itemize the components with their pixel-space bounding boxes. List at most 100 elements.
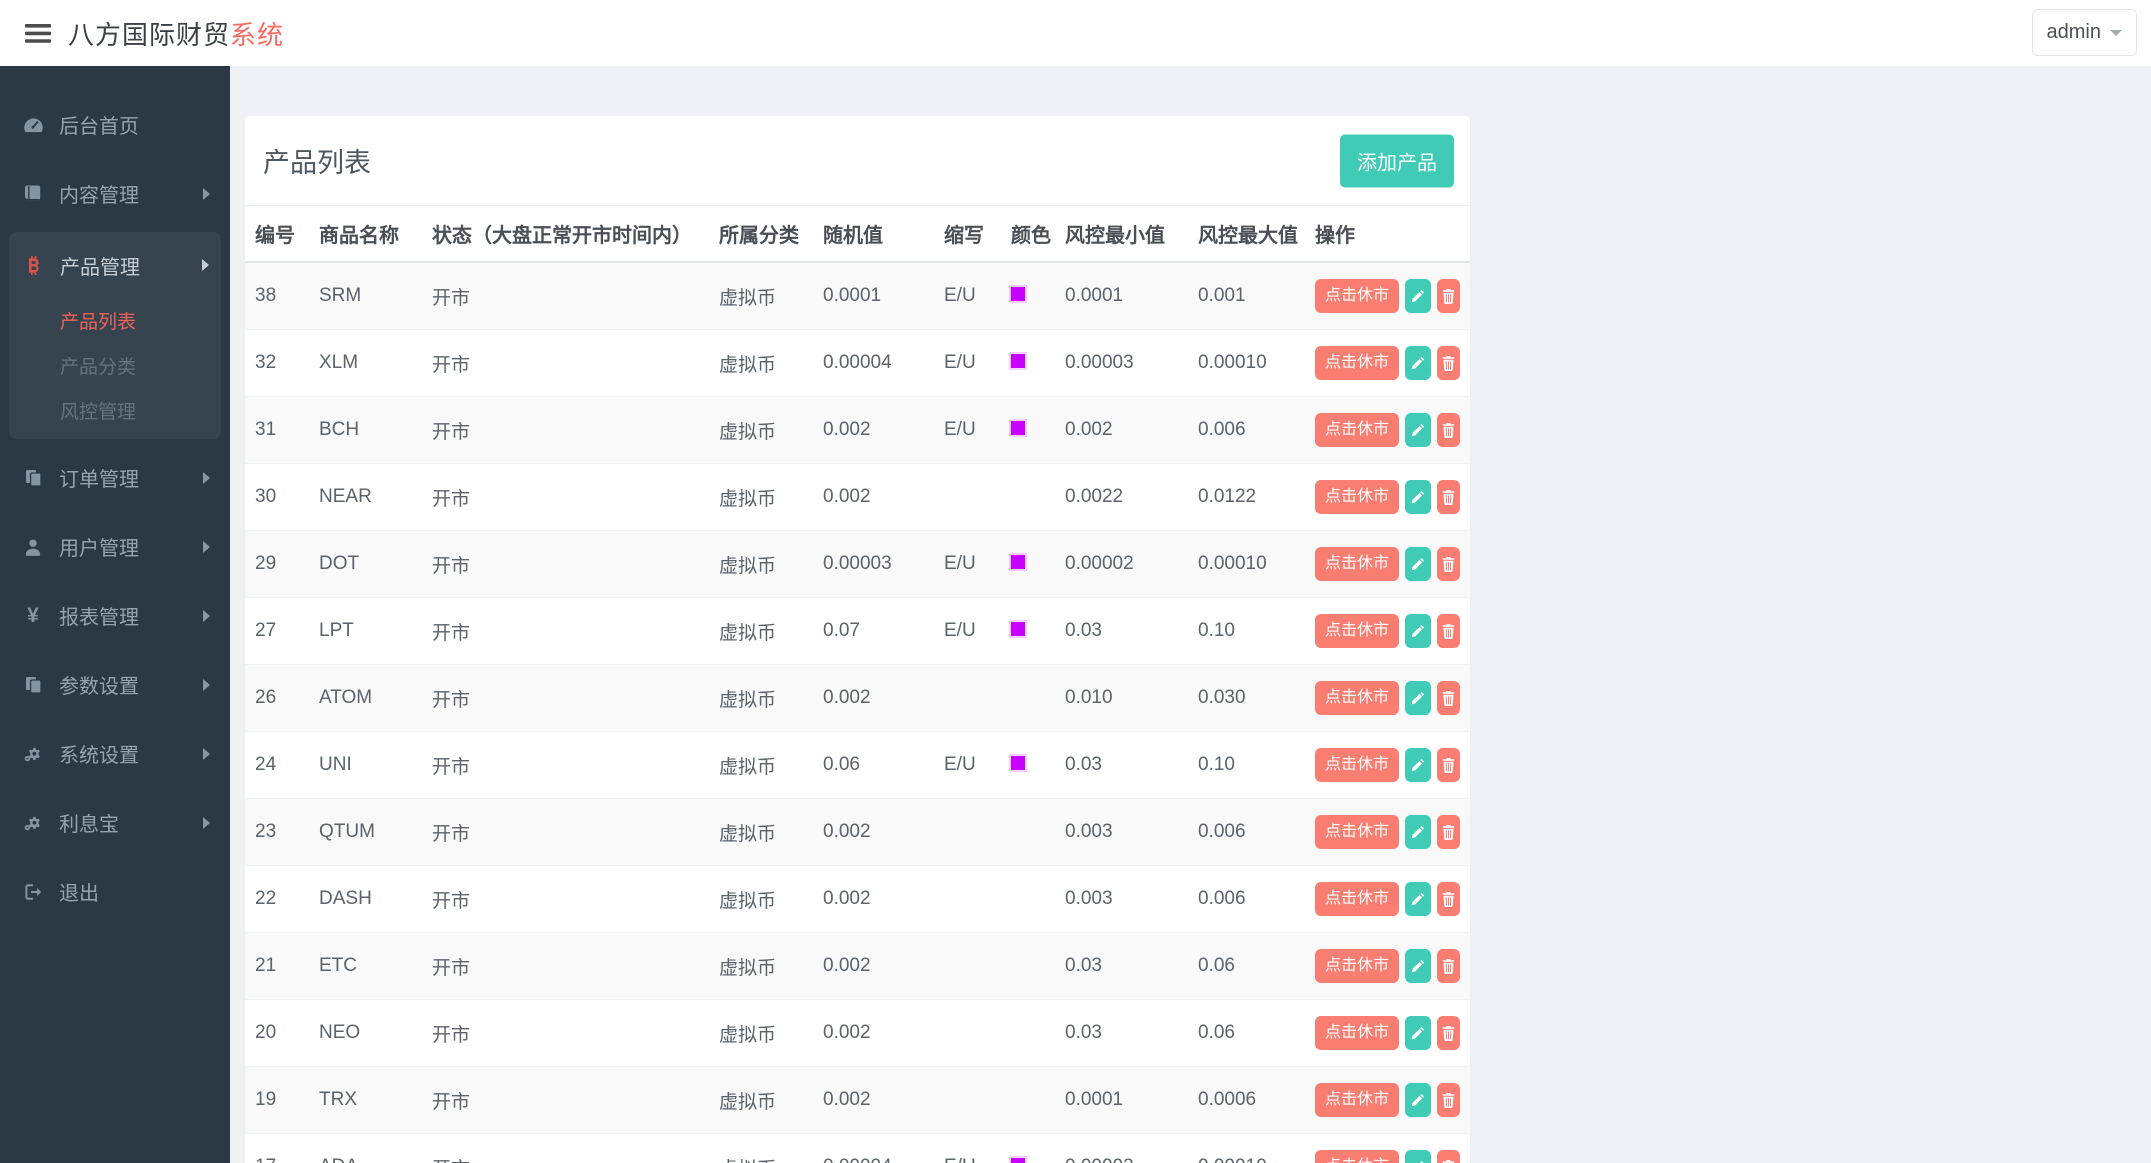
sidebar-subitem-product-list[interactable]: 产品列表 — [9, 298, 221, 343]
product-abbr — [934, 932, 1001, 1000]
close-market-button[interactable]: 点击休市 — [1315, 681, 1400, 715]
sidebar-item-lixibao[interactable]: 利息宝 — [0, 788, 230, 857]
hamburger-menu-icon[interactable] — [18, 13, 58, 53]
delete-button[interactable] — [1436, 1083, 1460, 1117]
delete-button[interactable] — [1436, 413, 1460, 447]
edit-button[interactable] — [1405, 748, 1431, 782]
product-random-value: 0.0001 — [813, 261, 934, 330]
user-icon — [20, 538, 46, 556]
close-market-button[interactable]: 点击休市 — [1315, 480, 1400, 514]
product-color-cell — [1001, 1066, 1055, 1134]
page-title: 产品列表 — [263, 148, 371, 178]
product-abbr: E/U — [934, 731, 1001, 799]
product-abbr — [934, 463, 1001, 531]
edit-button[interactable] — [1405, 1083, 1431, 1117]
edit-button[interactable] — [1405, 1150, 1431, 1163]
delete-button[interactable] — [1436, 547, 1460, 581]
pencil-icon — [1411, 1093, 1424, 1107]
product-status: 开市 — [422, 1066, 709, 1134]
sidebar-item-products[interactable]: 产品管理 — [9, 232, 221, 298]
edit-button[interactable] — [1405, 815, 1431, 849]
delete-button[interactable] — [1436, 882, 1460, 916]
actions-cell: 点击休市 — [1305, 597, 1470, 665]
product-id: 23 — [245, 798, 309, 866]
color-swatch — [1011, 622, 1025, 636]
risk-max-value: 0.00010 — [1188, 329, 1305, 397]
edit-button[interactable] — [1405, 614, 1431, 648]
edit-button[interactable] — [1405, 346, 1431, 380]
edit-button[interactable] — [1405, 480, 1431, 514]
chevron-down-icon — [2110, 29, 2122, 36]
sidebar-item-reports[interactable]: ¥ 报表管理 — [0, 581, 230, 650]
sidebar-item-label: 利息宝 — [59, 814, 119, 836]
close-market-button[interactable]: 点击休市 — [1315, 1150, 1400, 1163]
close-market-button[interactable]: 点击休市 — [1315, 279, 1400, 313]
risk-min-value: 0.00003 — [1055, 1133, 1188, 1163]
actions-cell: 点击休市 — [1305, 1066, 1470, 1134]
delete-button[interactable] — [1436, 279, 1460, 313]
close-market-button[interactable]: 点击休市 — [1315, 815, 1400, 849]
sidebar-item-params[interactable]: 参数设置 — [0, 650, 230, 719]
product-category: 虚拟币 — [709, 731, 813, 799]
product-category: 虚拟币 — [709, 463, 813, 531]
close-market-button[interactable]: 点击休市 — [1315, 882, 1400, 916]
table-row: 20 NEO 开市 虚拟币 0.002 0.03 0.06 点击休市 — [245, 999, 1470, 1067]
user-dropdown[interactable]: admin — [2031, 9, 2137, 56]
risk-max-value: 0.006 — [1188, 865, 1305, 933]
sidebar-subitem-product-category[interactable]: 产品分类 — [9, 343, 221, 388]
sidebar-item-system[interactable]: 系统设置 — [0, 719, 230, 788]
edit-button[interactable] — [1405, 949, 1431, 983]
product-status: 开市 — [422, 597, 709, 665]
add-product-button[interactable]: 添加产品 — [1340, 134, 1454, 187]
product-name: ETC — [309, 932, 422, 1000]
delete-button[interactable] — [1436, 748, 1460, 782]
delete-button[interactable] — [1436, 949, 1460, 983]
delete-button[interactable] — [1436, 1150, 1460, 1163]
edit-button[interactable] — [1405, 882, 1431, 916]
close-market-button[interactable]: 点击休市 — [1315, 1083, 1400, 1117]
close-market-button[interactable]: 点击休市 — [1315, 614, 1400, 648]
sidebar-item-logout[interactable]: 退出 — [0, 857, 230, 926]
close-market-button[interactable]: 点击休市 — [1315, 346, 1400, 380]
product-color-cell — [1001, 1133, 1055, 1163]
delete-button[interactable] — [1436, 346, 1460, 380]
sidebar-item-content[interactable]: 内容管理 — [0, 159, 230, 228]
edit-button[interactable] — [1405, 279, 1431, 313]
sidebar-subitem-risk-management[interactable]: 风控管理 — [9, 388, 221, 433]
product-random-value: 0.00004 — [813, 1133, 934, 1163]
delete-button[interactable] — [1436, 1016, 1460, 1050]
pencil-icon — [1411, 356, 1424, 370]
actions-cell: 点击休市 — [1305, 999, 1470, 1067]
edit-button[interactable] — [1405, 413, 1431, 447]
actions-cell: 点击休市 — [1305, 261, 1470, 330]
brand-title: 八方国际财贸系统 — [68, 15, 284, 52]
sidebar-item-users[interactable]: 用户管理 — [0, 512, 230, 581]
close-market-button[interactable]: 点击休市 — [1315, 748, 1400, 782]
delete-button[interactable] — [1436, 480, 1460, 514]
product-id: 32 — [245, 329, 309, 397]
table-row: 23 QTUM 开市 虚拟币 0.002 0.003 0.006 点击休市 — [245, 798, 1470, 866]
product-status: 开市 — [422, 396, 709, 464]
sidebar-item-orders[interactable]: 订单管理 — [0, 443, 230, 512]
sidebar-item-label: 用户管理 — [59, 538, 139, 560]
delete-button[interactable] — [1436, 815, 1460, 849]
color-swatch — [1011, 756, 1025, 770]
edit-button[interactable] — [1405, 1016, 1431, 1050]
product-status: 开市 — [422, 731, 709, 799]
actions-cell: 点击休市 — [1305, 932, 1470, 1000]
delete-button[interactable] — [1436, 681, 1460, 715]
close-market-button[interactable]: 点击休市 — [1315, 1016, 1400, 1050]
edit-button[interactable] — [1405, 547, 1431, 581]
table-row: 30 NEAR 开市 虚拟币 0.002 0.0022 0.0122 点击休市 — [245, 463, 1470, 531]
close-market-button[interactable]: 点击休市 — [1315, 413, 1400, 447]
sidebar-item-dashboard[interactable]: 后台首页 — [0, 90, 230, 159]
product-abbr: E/U — [934, 1133, 1001, 1163]
delete-button[interactable] — [1436, 614, 1460, 648]
close-market-button[interactable]: 点击休市 — [1315, 949, 1400, 983]
column-header: 风控最小值 — [1055, 206, 1188, 263]
close-market-button[interactable]: 点击休市 — [1315, 547, 1400, 581]
edit-button[interactable] — [1405, 681, 1431, 715]
product-abbr: E/U — [934, 261, 1001, 330]
column-header: 颜色 — [1001, 206, 1055, 263]
dashboard-icon — [20, 116, 46, 134]
